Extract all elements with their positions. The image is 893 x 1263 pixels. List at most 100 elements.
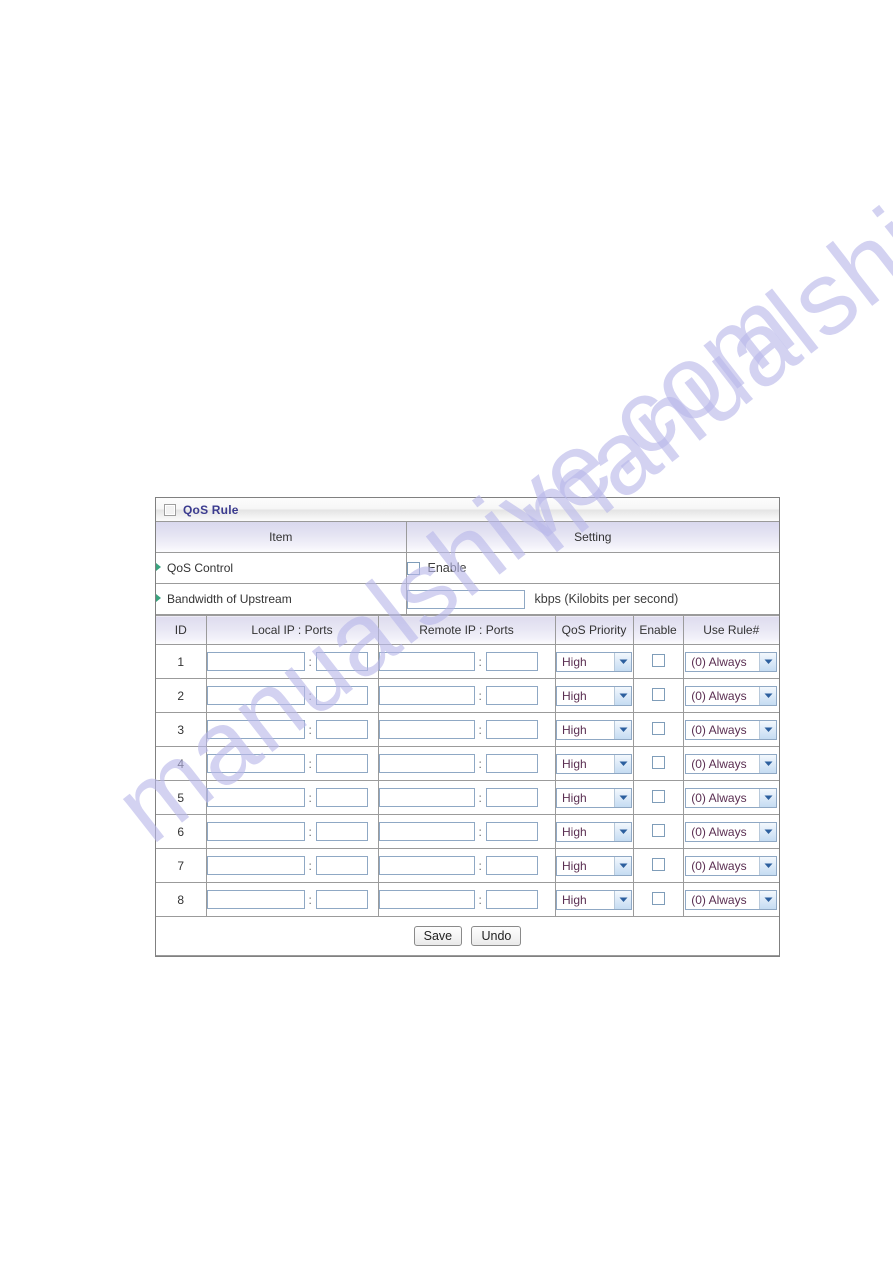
- remote-ip-ports-cell: :: [377, 644, 556, 679]
- use-rule-select[interactable]: (0) Always: [685, 753, 778, 774]
- use-rule-select[interactable]: (0) Always: [685, 685, 778, 706]
- enable-cell: [632, 780, 684, 815]
- use-rule-value: (0) Always: [691, 790, 747, 805]
- local-port-input[interactable]: [315, 686, 368, 705]
- rule-enable-checkbox[interactable]: [651, 823, 665, 837]
- use-rule-cell: (0) Always: [682, 814, 779, 849]
- rule-id-cell: 1: [156, 644, 207, 679]
- use-rule-select[interactable]: (0) Always: [685, 719, 778, 740]
- chevron-down-icon: [614, 856, 631, 875]
- use-rule-select[interactable]: (0) Always: [685, 889, 778, 910]
- remote-port-input[interactable]: [485, 856, 538, 875]
- use-rule-select[interactable]: (0) Always: [685, 787, 778, 808]
- use-rule-value: (0) Always: [691, 688, 747, 703]
- qos-priority-select[interactable]: High: [556, 889, 632, 910]
- local-port-input[interactable]: [315, 822, 368, 841]
- rule-enable-checkbox[interactable]: [651, 721, 665, 735]
- remote-ip-ports-cell: :: [377, 746, 556, 781]
- enable-cell: [632, 644, 684, 679]
- qos-priority-select[interactable]: High: [556, 651, 632, 672]
- local-port-input[interactable]: [315, 720, 368, 739]
- remote-ip-input[interactable]: [378, 652, 475, 671]
- rule-enable-checkbox[interactable]: [651, 789, 665, 803]
- local-ip-input[interactable]: [206, 856, 305, 875]
- use-rule-cell: (0) Always: [682, 780, 779, 815]
- qos-priority-select[interactable]: High: [556, 855, 632, 876]
- column-header-use-rule: Use Rule#: [682, 615, 779, 645]
- local-ip-input[interactable]: [206, 822, 305, 841]
- separator-colon: :: [308, 756, 312, 771]
- use-rule-select[interactable]: (0) Always: [685, 855, 778, 876]
- column-header-setting: Setting: [405, 522, 779, 553]
- use-rule-cell: (0) Always: [682, 848, 779, 883]
- qos-priority-select[interactable]: High: [556, 685, 632, 706]
- label-bandwidth-upstream-text: Bandwidth of Upstream: [167, 592, 292, 606]
- rule-enable-checkbox[interactable]: [651, 687, 665, 701]
- remote-port-input[interactable]: [485, 788, 538, 807]
- local-ip-ports-cell: :: [205, 644, 379, 679]
- use-rule-cell: (0) Always: [682, 882, 779, 917]
- remote-ip-input[interactable]: [378, 856, 475, 875]
- remote-port-input[interactable]: [485, 754, 538, 773]
- chevron-down-icon: [759, 652, 777, 671]
- remote-ip-input[interactable]: [378, 788, 475, 807]
- qos-priority-value: High: [562, 756, 587, 771]
- remote-ip-input[interactable]: [378, 890, 475, 909]
- separator-colon: :: [308, 654, 312, 669]
- qos-rules-table: ID Local IP : Ports Remote IP : Ports Qo…: [156, 615, 779, 956]
- remote-port-input[interactable]: [485, 720, 538, 739]
- local-port-input[interactable]: [315, 788, 368, 807]
- qos-priority-select[interactable]: High: [556, 787, 632, 808]
- remote-port-input[interactable]: [485, 652, 538, 671]
- remote-port-input[interactable]: [485, 890, 538, 909]
- rule-id-cell: 7: [156, 848, 207, 883]
- table-row: 5:: High (0) Always: [156, 780, 779, 815]
- setting-bandwidth-upstream: kbps (Kilobits per second): [405, 583, 779, 615]
- remote-ip-input[interactable]: [378, 754, 475, 773]
- settings-table: Item Setting QoS Control Enable Bandwidt…: [156, 522, 779, 615]
- remote-port-input[interactable]: [485, 686, 538, 705]
- local-ip-input[interactable]: [206, 720, 305, 739]
- qos-priority-cell: High: [554, 644, 634, 679]
- rule-enable-checkbox[interactable]: [651, 653, 665, 667]
- chevron-down-icon: [759, 890, 777, 909]
- local-port-input[interactable]: [315, 754, 368, 773]
- qos-priority-select[interactable]: High: [556, 753, 632, 774]
- remote-ip-input[interactable]: [378, 686, 475, 705]
- table-row: 2:: High (0) Always: [156, 678, 779, 713]
- local-ip-ports-cell: :: [205, 814, 379, 849]
- local-port-input[interactable]: [315, 652, 368, 671]
- local-ip-input[interactable]: [206, 686, 305, 705]
- use-rule-value: (0) Always: [691, 756, 747, 771]
- qos-control-enable-checkbox[interactable]: [406, 561, 420, 575]
- use-rule-select[interactable]: (0) Always: [685, 651, 778, 672]
- rule-enable-checkbox[interactable]: [651, 857, 665, 871]
- page-title: QoS Rule: [183, 502, 239, 517]
- separator-colon: :: [478, 756, 482, 771]
- qos-control-enable-label: Enable: [427, 561, 467, 575]
- qos-priority-select[interactable]: High: [556, 719, 632, 740]
- minimize-box-icon[interactable]: [164, 503, 176, 516]
- qos-priority-value: High: [562, 790, 587, 805]
- remote-ip-input[interactable]: [378, 720, 475, 739]
- row-bandwidth-upstream: Bandwidth of Upstream kbps (Kilobits per…: [156, 583, 779, 615]
- rule-enable-checkbox[interactable]: [651, 891, 665, 905]
- remote-port-input[interactable]: [485, 822, 538, 841]
- qos-priority-select[interactable]: High: [556, 821, 632, 842]
- save-button[interactable]: Save: [413, 926, 463, 946]
- local-ip-input[interactable]: [206, 788, 305, 807]
- qos-priority-cell: High: [554, 712, 634, 747]
- bandwidth-upstream-input[interactable]: [406, 589, 525, 609]
- local-ip-input[interactable]: [206, 652, 305, 671]
- remote-ip-input[interactable]: [378, 822, 475, 841]
- row-qos-control: QoS Control Enable: [156, 552, 779, 584]
- remote-ip-ports-cell: :: [377, 848, 556, 883]
- undo-button[interactable]: Undo: [471, 926, 522, 946]
- rule-enable-checkbox[interactable]: [651, 755, 665, 769]
- local-ip-input[interactable]: [206, 754, 305, 773]
- local-port-input[interactable]: [315, 890, 368, 909]
- local-port-input[interactable]: [315, 856, 368, 875]
- local-ip-input[interactable]: [206, 890, 305, 909]
- use-rule-select[interactable]: (0) Always: [685, 821, 778, 842]
- table-row: 8:: High (0) Always: [156, 882, 779, 917]
